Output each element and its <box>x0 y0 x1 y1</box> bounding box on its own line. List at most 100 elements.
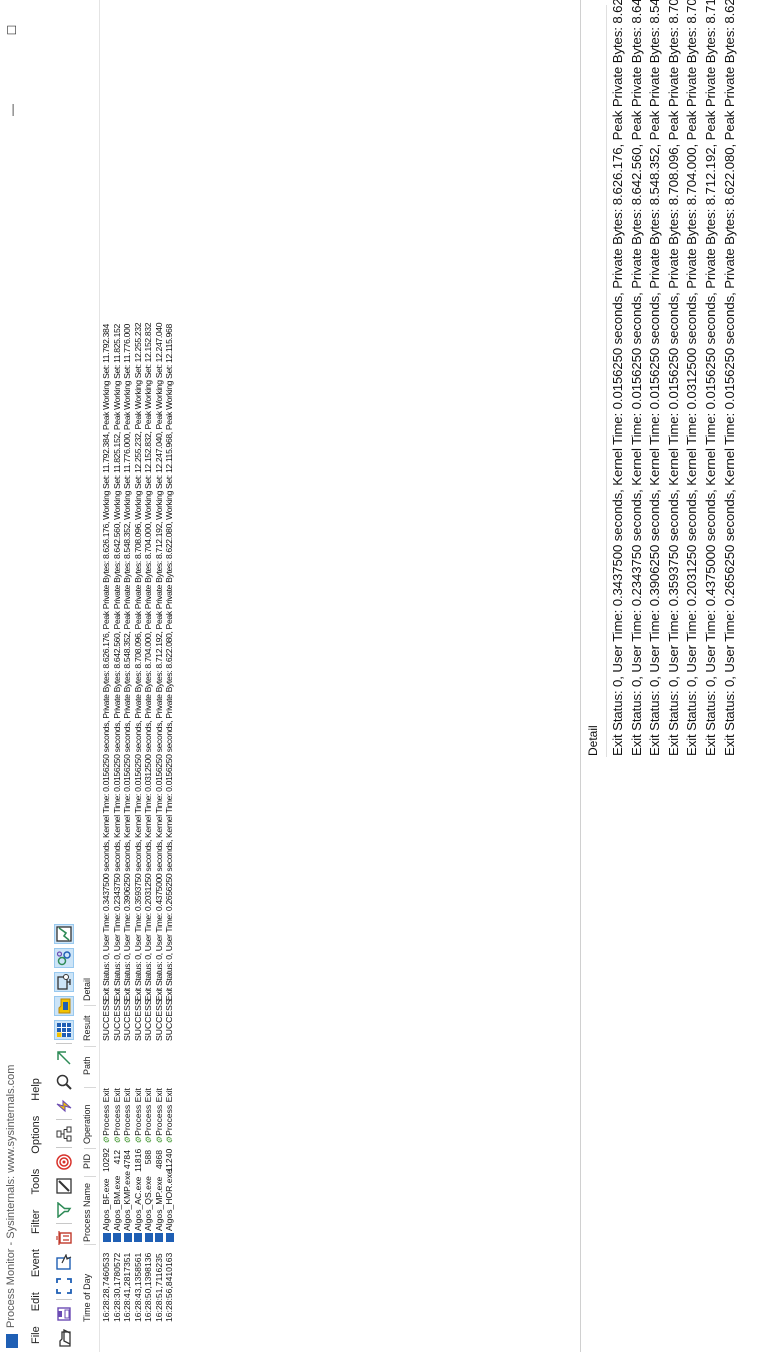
filesystem-activity-toggle[interactable] <box>54 996 74 1016</box>
column-divider[interactable] <box>84 1176 96 1177</box>
cell-result: SUCCESS <box>122 999 132 1041</box>
cell-process-name: Algos_BF.exe <box>101 1178 112 1242</box>
jump-button[interactable] <box>54 1048 74 1068</box>
process-icon <box>102 1233 111 1242</box>
menu-options[interactable]: Options <box>30 1116 42 1154</box>
menu-filter[interactable]: Filter <box>30 1210 42 1234</box>
column-divider[interactable] <box>84 1148 96 1149</box>
menu-file[interactable]: File <box>30 1326 42 1344</box>
detail-divider <box>606 5 607 757</box>
process-icon <box>144 1233 153 1242</box>
cell-detail: Exit Status: 0, User Time: 0.4375000 sec… <box>153 322 164 1001</box>
highlight-button[interactable] <box>54 1176 74 1196</box>
cell-time: 16:28:50,1398136 <box>143 1252 153 1322</box>
cell-pid: 4784 <box>122 1150 132 1170</box>
open-icon <box>59 1329 71 1347</box>
filesystem-activity-icon <box>58 998 71 1014</box>
toolbar-separator <box>56 1223 72 1224</box>
target-button[interactable] <box>54 1152 74 1172</box>
table-row[interactable]: 16:28:43,1358561 Algos_AC.exe 11816 ⚙Pro… <box>133 0 144 1352</box>
find-button[interactable] <box>54 1072 74 1092</box>
column-divider[interactable] <box>84 1005 96 1006</box>
registry-activity-toggle[interactable] <box>54 1020 74 1040</box>
cell-process-name: Algos_BM.exe <box>112 1176 123 1242</box>
toolbar-separator <box>56 1043 72 1044</box>
cell-result: SUCCESS <box>143 999 153 1041</box>
table-row[interactable]: 16:28:56,8410163 Algos_HOR.exe 11240 ⚙Pr… <box>164 0 175 1352</box>
table-row[interactable]: 16:28:50,1398136 Algos_QS.exe 588 ⚙Proce… <box>143 0 154 1352</box>
operation-gear-icon: ⚙ <box>133 1136 143 1144</box>
autoscroll-button[interactable] <box>54 1252 74 1272</box>
cell-process-name: Algos_MP.exe <box>154 1177 165 1242</box>
save-button[interactable] <box>54 1304 74 1324</box>
table-row[interactable]: 16:28:41,2817351 Algos_KMP.exe 4784 ⚙Pro… <box>122 0 133 1352</box>
process-icon <box>134 1233 143 1242</box>
column-header-detail[interactable]: Detail <box>82 978 98 1001</box>
table-row[interactable]: 16:28:51,7116235 Algos_MP.exe 4868 ⚙Proc… <box>154 0 165 1352</box>
menu-tools[interactable]: Tools <box>30 1169 42 1195</box>
clear-button[interactable] <box>54 1228 74 1248</box>
column-header-path[interactable]: Path <box>82 1056 98 1075</box>
column-header-operation[interactable]: Operation <box>82 1104 98 1144</box>
column-divider[interactable] <box>84 1244 96 1245</box>
cell-detail: Exit Status: 0, User Time: 0.3593750 sec… <box>132 322 143 1001</box>
column-header-result[interactable]: Result <box>82 1015 98 1041</box>
cell-detail: Exit Status: 0, User Time: 0.3437500 sec… <box>101 324 111 1001</box>
detail-line: Exit Status: 0, User Time: 0.2031250 sec… <box>684 0 700 756</box>
cell-time: 16:28:51,7116235 <box>153 1253 164 1322</box>
cell-result: SUCCESS <box>132 999 143 1041</box>
cell-pid: 10292 <box>101 1148 111 1172</box>
capture-button[interactable] <box>54 1276 74 1296</box>
operation-gear-icon: ⚙ <box>112 1136 122 1144</box>
table-row[interactable]: 16:28:28,7460533 Algos_BF.exe 10292 ⚙Pro… <box>101 0 112 1352</box>
menu-event[interactable]: Event <box>30 1249 42 1277</box>
network-activity-toggle[interactable] <box>54 972 74 992</box>
column-divider[interactable] <box>84 1087 96 1088</box>
process-icon <box>155 1233 164 1242</box>
menu-bar: File Edit Event Filter Tools Options Hel… <box>30 1074 48 1352</box>
cell-detail: Exit Status: 0, User Time: 0.2031250 sec… <box>143 322 153 1001</box>
profiling-events-icon <box>56 926 72 942</box>
save-icon <box>57 1307 71 1321</box>
menu-edit[interactable]: Edit <box>30 1292 42 1311</box>
minimize-button[interactable]: — <box>2 90 22 130</box>
detail-line: Exit Status: 0, User Time: 0.3437500 sec… <box>610 0 625 756</box>
process-thread-activity-toggle[interactable] <box>54 948 74 968</box>
operation-gear-icon: ⚙ <box>144 1136 153 1144</box>
app-icon <box>6 1334 18 1348</box>
cell-result: SUCCESS <box>101 999 111 1041</box>
title-bar: Process Monitor - Sysinternals: www.sysi… <box>0 0 24 1352</box>
maximize-button[interactable]: ☐ <box>2 10 22 50</box>
cell-result: SUCCESS <box>153 999 164 1041</box>
cell-process-name: Algos_HOR.exe <box>164 1169 175 1242</box>
cell-operation: ⚙Process Exit <box>143 1088 153 1144</box>
window-title: Process Monitor - Sysinternals: www.sysi… <box>5 1064 17 1328</box>
profiling-events-toggle[interactable] <box>54 924 74 944</box>
process-tree-button[interactable] <box>54 1124 74 1144</box>
detail-line: Exit Status: 0, User Time: 0.3593750 sec… <box>665 0 681 756</box>
registry-activity-icon <box>57 1023 71 1037</box>
column-divider[interactable] <box>84 1046 96 1047</box>
cell-result: SUCCESS <box>111 999 122 1041</box>
pane-splitter[interactable] <box>580 0 581 1352</box>
highlight-icon <box>56 1178 72 1194</box>
lightning-button[interactable] <box>54 1096 74 1116</box>
cell-pid: 11240 <box>164 1148 174 1172</box>
column-header-time[interactable]: Time of Day <box>82 1274 98 1322</box>
clear-icon <box>56 1231 72 1245</box>
cell-operation: ⚙Process Exit <box>153 1088 164 1144</box>
detail-line: Exit Status: 0, User Time: 0.3906250 sec… <box>647 0 663 756</box>
open-button[interactable] <box>54 1328 74 1348</box>
column-header-pid[interactable]: PID <box>82 1154 98 1169</box>
cell-operation: ⚙Process Exit <box>101 1088 111 1144</box>
menu-help[interactable]: Help <box>30 1078 42 1101</box>
cell-time: 16:28:28,7460533 <box>101 1252 111 1322</box>
column-header-process-name[interactable]: Process Name <box>82 1183 98 1242</box>
table-row[interactable]: 16:28:30,1780572 Algos_BM.exe 412 ⚙Proce… <box>112 0 123 1352</box>
find-icon <box>56 1074 72 1090</box>
filter-button[interactable] <box>54 1200 74 1220</box>
toolbar-separator <box>56 1147 72 1148</box>
cell-operation: ⚙Process Exit <box>164 1088 174 1144</box>
operation-gear-icon: ⚙ <box>165 1136 174 1144</box>
detail-line: Exit Status: 0, User Time: 0.2656250 sec… <box>721 0 737 756</box>
